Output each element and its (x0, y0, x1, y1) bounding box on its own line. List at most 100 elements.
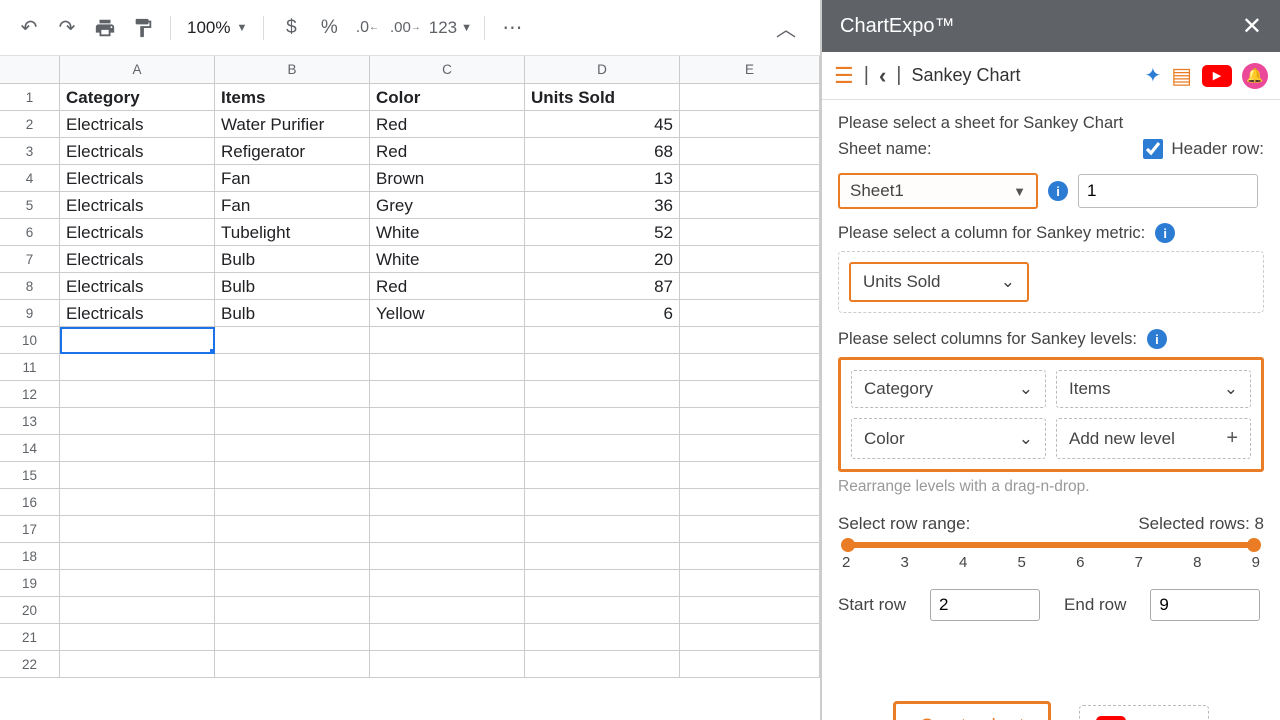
cell[interactable] (680, 246, 820, 273)
row-header[interactable]: 8 (0, 273, 60, 300)
cell[interactable] (370, 327, 525, 354)
cell[interactable] (680, 462, 820, 489)
row-header[interactable]: 12 (0, 381, 60, 408)
cell[interactable]: White (370, 219, 525, 246)
cell[interactable] (680, 300, 820, 327)
print-button[interactable] (88, 11, 122, 45)
cell[interactable]: 45 (525, 111, 680, 138)
cell[interactable]: Fan (215, 192, 370, 219)
cell[interactable] (215, 354, 370, 381)
cell[interactable] (680, 111, 820, 138)
cell[interactable] (60, 354, 215, 381)
close-button[interactable]: ✕ (1242, 12, 1262, 41)
row-header[interactable]: 20 (0, 597, 60, 624)
cell[interactable]: Category (60, 84, 215, 111)
cell[interactable] (525, 381, 680, 408)
cell[interactable] (60, 408, 215, 435)
cell[interactable] (680, 570, 820, 597)
row-header[interactable]: 2 (0, 111, 60, 138)
row-header[interactable]: 16 (0, 489, 60, 516)
cell[interactable] (525, 408, 680, 435)
cell[interactable]: Electricals (60, 192, 215, 219)
cell[interactable] (215, 408, 370, 435)
create-chart-button[interactable]: Create chart (893, 701, 1052, 720)
cell[interactable] (525, 543, 680, 570)
cell[interactable]: White (370, 246, 525, 273)
cell[interactable] (215, 597, 370, 624)
row-header[interactable]: 22 (0, 651, 60, 678)
row-header[interactable]: 1 (0, 84, 60, 111)
cell[interactable]: Electricals (60, 138, 215, 165)
row-header[interactable]: 6 (0, 219, 60, 246)
cell[interactable] (370, 516, 525, 543)
cell[interactable]: 6 (525, 300, 680, 327)
cell[interactable] (215, 462, 370, 489)
row-header[interactable]: 4 (0, 165, 60, 192)
cell[interactable] (215, 516, 370, 543)
header-row-input[interactable] (1078, 174, 1258, 208)
back-button[interactable]: ‹ (879, 63, 886, 89)
row-header[interactable]: 15 (0, 462, 60, 489)
cell[interactable]: Red (370, 138, 525, 165)
cell[interactable] (525, 327, 680, 354)
cell[interactable] (680, 408, 820, 435)
cell[interactable]: Brown (370, 165, 525, 192)
cell[interactable] (680, 354, 820, 381)
row-range-slider[interactable] (846, 542, 1256, 548)
magic-wand-icon[interactable]: ✦ (1144, 63, 1161, 88)
cell[interactable] (370, 651, 525, 678)
format-number-select[interactable]: 123▼ (426, 11, 474, 45)
sheet-name-select[interactable]: Sheet1▼ (838, 173, 1038, 209)
row-header[interactable]: 9 (0, 300, 60, 327)
metric-select[interactable]: Units Sold⌄ (849, 262, 1029, 302)
cell[interactable]: Fan (215, 165, 370, 192)
cell[interactable] (680, 489, 820, 516)
undo-button[interactable]: ↶ (12, 11, 46, 45)
cell[interactable] (60, 489, 215, 516)
cell[interactable]: Color (370, 84, 525, 111)
how-to-button[interactable]: ▶ How to (1079, 705, 1209, 720)
cell[interactable]: Electricals (60, 246, 215, 273)
menu-icon[interactable]: ☰ (834, 63, 854, 89)
cell[interactable] (680, 273, 820, 300)
cell[interactable] (60, 435, 215, 462)
cell[interactable]: Electricals (60, 165, 215, 192)
cell[interactable] (525, 624, 680, 651)
level-select[interactable]: Items⌄ (1056, 370, 1251, 408)
zoom-select[interactable]: 100% ▼ (181, 16, 253, 40)
cell[interactable]: Electricals (60, 300, 215, 327)
row-header[interactable]: 17 (0, 516, 60, 543)
info-icon[interactable]: i (1048, 181, 1068, 201)
cell[interactable]: Refigerator (215, 138, 370, 165)
cell[interactable] (60, 516, 215, 543)
increase-decimal-button[interactable]: .00→ (388, 11, 422, 45)
end-row-input[interactable] (1150, 589, 1260, 621)
row-header[interactable]: 10 (0, 327, 60, 354)
col-header[interactable]: C (370, 56, 525, 84)
cell[interactable] (525, 354, 680, 381)
cell[interactable] (370, 435, 525, 462)
cell[interactable] (680, 84, 820, 111)
cell[interactable] (215, 570, 370, 597)
cell[interactable] (60, 462, 215, 489)
col-header[interactable]: E (680, 56, 820, 84)
cell[interactable]: 68 (525, 138, 680, 165)
redo-button[interactable]: ↷ (50, 11, 84, 45)
youtube-icon[interactable]: ▶ (1202, 65, 1232, 87)
cell[interactable] (215, 624, 370, 651)
cell[interactable] (680, 138, 820, 165)
format-currency-button[interactable]: $ (274, 11, 308, 45)
cell[interactable]: Items (215, 84, 370, 111)
row-header[interactable]: 14 (0, 435, 60, 462)
more-menu-button[interactable]: ⋯ (495, 11, 529, 45)
templates-icon[interactable]: ▤ (1171, 63, 1192, 89)
cell[interactable] (525, 435, 680, 462)
cell[interactable] (525, 651, 680, 678)
cell[interactable] (370, 408, 525, 435)
cell[interactable] (370, 543, 525, 570)
paint-format-button[interactable] (126, 11, 160, 45)
info-icon[interactable]: i (1155, 223, 1175, 243)
row-header[interactable]: 18 (0, 543, 60, 570)
start-row-input[interactable] (930, 589, 1040, 621)
format-percent-button[interactable]: % (312, 11, 346, 45)
